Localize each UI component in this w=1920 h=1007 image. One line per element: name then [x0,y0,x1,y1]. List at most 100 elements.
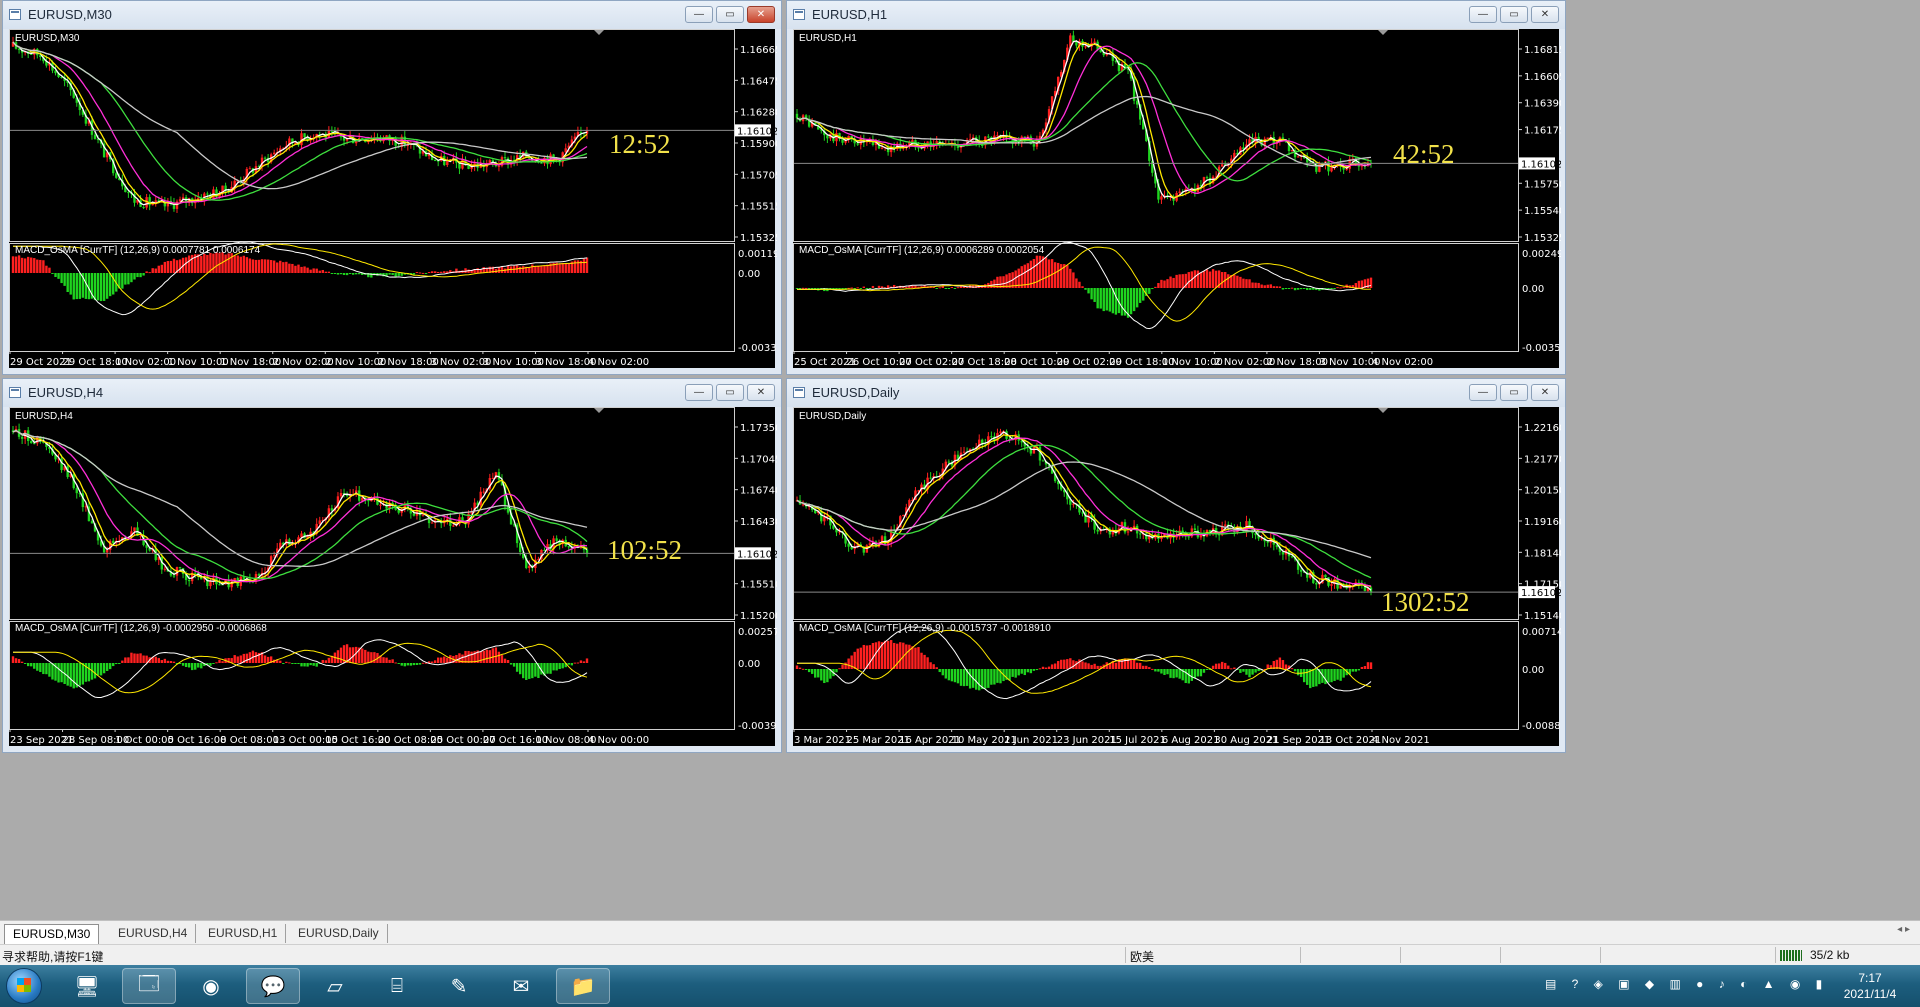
macd-histogram-bar [354,646,358,663]
close-button[interactable]: ✕ [1531,6,1559,23]
price-candle [224,182,227,196]
macd-histogram-bar [409,663,413,666]
macd-histogram-bar [14,658,18,663]
window-titlebar[interactable]: EURUSD,M30 — ▭ ✕ [3,1,781,29]
taskbar-wechat-icon[interactable]: 💬 [246,968,300,1004]
macd-histogram-bar [269,260,273,273]
macd-histogram-bar [1202,271,1206,288]
macd-histogram-bar [522,266,525,273]
minimize-button[interactable]: — [1469,6,1497,23]
window-titlebar[interactable]: EURUSD,H4 — ▭ ✕ [3,379,781,407]
close-button[interactable]: ✕ [747,384,775,401]
taskbar-notepad-icon[interactable]: ▱ [308,968,362,1004]
macd-histogram-bar [567,263,570,273]
window-titlebar[interactable]: EURUSD,H1 — ▭ ✕ [787,1,1565,29]
taskbar-desktop-icon[interactable]: 🖥 [60,968,114,1004]
macd-histogram-bar [585,257,589,273]
macd-histogram-bar [1269,284,1272,288]
price-candle [154,196,157,207]
macd-histogram-bar [1157,283,1160,288]
chart-window-h1[interactable]: EURUSD,H1 — ▭ ✕ 1.161021.168151.166051.1… [786,0,1566,375]
macd-histogram-bar [394,273,397,277]
price-panel-frame [9,407,735,620]
chart-window-daily[interactable]: EURUSD,Daily — ▭ ✕ 1.161021.221601.21770… [786,378,1566,753]
macd-histogram-bar [75,273,78,300]
macd-histogram-bar [1178,274,1181,288]
macd-axis-label: 0.007143 [1522,627,1561,638]
macd-histogram-bar [345,273,349,276]
restore-button[interactable]: ▭ [1500,6,1528,23]
macd-histogram-bar [1245,279,1248,288]
tab-eurusd-h1[interactable]: EURUSD,H1 [200,924,287,943]
macd-histogram-bar [1114,662,1118,669]
macd-histogram-bar [1251,669,1254,675]
macd-histogram-bar [990,669,993,685]
minimize-button[interactable]: — [1469,384,1497,401]
macd-histogram-bar [1208,271,1212,288]
macd-histogram-bar [1114,288,1118,315]
window-titlebar[interactable]: EURUSD,Daily — ▭ ✕ [787,379,1565,407]
taskbar-clock[interactable]: 7:17 2021/11/4 [1830,970,1910,1002]
macd-histogram-bar [200,663,203,669]
macd-histogram-bar [1339,669,1342,681]
price-chart[interactable]: 1.161021.221601.217701.201501.191601.181… [793,407,1561,746]
tab-scroll-arrows-icon[interactable]: ◂ ▸ [1897,924,1910,935]
tab-eurusd-h4[interactable]: EURUSD,H4 [110,924,197,943]
macd-histogram-bar [57,273,60,279]
macd-histogram-bar [1187,669,1190,684]
chart-window-m30[interactable]: EURUSD,M30 — ▭ ✕ 1.161021.166651.164751.… [2,0,782,375]
macd-histogram-bar [133,273,136,280]
macd-histogram-bar [1357,669,1361,671]
price-candle [1306,567,1309,582]
taskbar-folder-icon[interactable]: 📁 [556,968,610,1004]
macd-histogram-bar [276,262,279,273]
restore-button[interactable]: ▭ [1500,384,1528,401]
macd-histogram-bar [254,259,258,273]
macd-histogram-bar [892,642,896,669]
taskbar-network-icon[interactable]: ⌸ [370,968,424,1004]
macd-histogram-bar [1302,288,1306,289]
macd-histogram-bar [874,642,878,669]
macd-histogram-bar [826,669,829,683]
macd-histogram-bar [506,660,510,663]
taskbar-messenger-icon[interactable]: ✉ [494,968,548,1004]
minimize-button[interactable]: — [685,6,713,23]
close-button[interactable]: ✕ [747,6,775,23]
taskbar-paint-icon[interactable]: ✎ [432,968,486,1004]
taskbar-explorer-icon[interactable]: 🗔 [122,968,176,1004]
macd-histogram-bar [160,660,164,663]
restore-button[interactable]: ▭ [716,6,744,23]
macd-histogram-bar [962,669,966,687]
macd-histogram-bar [251,259,255,273]
taskbar-browser-icon[interactable]: ◉ [184,968,238,1004]
minimize-button[interactable]: — [685,384,713,401]
price-candle [1193,523,1197,531]
macd-histogram-bar [1336,287,1339,289]
price-chart[interactable]: 1.16102 1.16815 1.16605 1.16390 1.16175 1.157… [793,29,1561,368]
price-candle [889,143,893,157]
macd-histogram-bar [1154,286,1157,288]
price-chart[interactable]: 1.16102 1.17350 1.17045 1.16740 1.16430 1.155… [9,407,777,746]
start-button[interactable] [6,968,42,1004]
macd-panel-frame [793,243,1519,352]
price-candle [962,446,966,454]
macd-histogram-bar [190,254,194,273]
restore-button[interactable]: ▭ [716,384,744,401]
chart-window-h4[interactable]: EURUSD,H4 — ▭ ✕ 1.161021.173501.170451.1… [2,378,782,753]
macd-histogram-bar [136,273,139,278]
system-tray-icons[interactable]: ▤ ? ◈ ▣ ◆ ▥ ● ♪ ◐ ▲ ◉ ▮ [1545,977,1828,991]
macd-histogram-bar [364,649,367,663]
macd-histogram-bar [877,285,881,288]
status-profile[interactable]: 欧美 [1130,948,1154,965]
price-axis-label: 1.16665 [740,45,777,56]
candle-timer: 12:52 [609,129,671,159]
close-button[interactable]: ✕ [1531,384,1559,401]
price-chart[interactable]: 1.16102 1.16665 1.16475 1.16280 1.15900 1.157… [9,29,777,368]
tab-eurusd-daily[interactable]: EURUSD,Daily [290,924,388,943]
macd-histogram-bar [51,663,54,680]
macd-histogram-bar [1066,659,1069,669]
macd-histogram-bar [1066,265,1069,288]
tab-eurusd-m30[interactable]: EURUSD,M30 [4,924,100,944]
macd-histogram-bar [51,273,54,274]
price-candle [929,472,932,480]
